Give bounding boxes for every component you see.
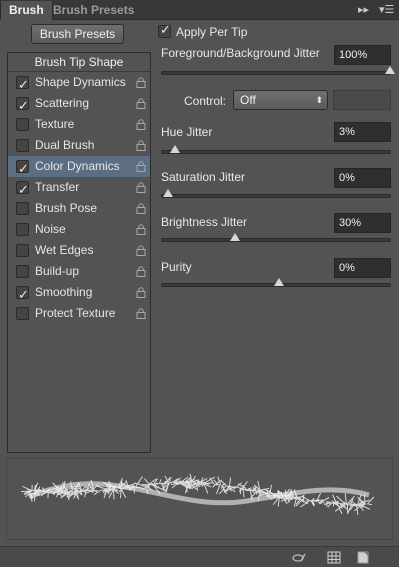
- option-checkbox[interactable]: ✓: [16, 76, 29, 92]
- option-checkbox[interactable]: [16, 139, 29, 152]
- purity-slider[interactable]: [161, 278, 391, 287]
- brightness-jitter-thumb[interactable]: [229, 233, 240, 241]
- lock-icon[interactable]: [136, 287, 146, 298]
- option-checkbox[interactable]: ✓: [16, 97, 29, 113]
- option-label: Shape Dynamics: [35, 75, 126, 89]
- brightness-jitter-label: Brightness Jitter: [161, 215, 248, 229]
- hue-jitter-thumb[interactable]: [169, 145, 180, 153]
- checkmark-icon: ✓: [18, 182, 29, 197]
- lock-icon[interactable]: [136, 182, 146, 193]
- hue-jitter-field[interactable]: 3%: [334, 122, 391, 142]
- option-label: Dual Brush: [35, 138, 95, 152]
- purity-label: Purity: [161, 260, 192, 274]
- purity-field[interactable]: 0%: [334, 258, 391, 278]
- checkmark-icon: ✓: [18, 77, 29, 92]
- lock-icon[interactable]: [136, 266, 146, 277]
- option-checkbox[interactable]: [16, 307, 29, 320]
- new-brush-icon[interactable]: [356, 551, 370, 564]
- option-label: Wet Edges: [35, 243, 94, 257]
- lock-icon[interactable]: [136, 140, 146, 151]
- lock-icon[interactable]: [136, 308, 146, 319]
- brush-options-list: Brush Tip Shape ✓ Shape Dynamics ✓ Scatteri…: [7, 52, 151, 453]
- lock-icon[interactable]: [136, 119, 146, 130]
- option-checkbox[interactable]: [16, 223, 29, 236]
- brush-stroke-image: [20, 473, 375, 515]
- hue-jitter-label: Hue Jitter: [161, 125, 213, 139]
- saturation-jitter-label: Saturation Jitter: [161, 170, 246, 184]
- option-label: Build-up: [35, 264, 80, 278]
- panel-tab-bar: Brush Brush Presets ▸▸ ▾☰: [0, 0, 399, 20]
- brush-presets-button[interactable]: Brush Presets: [31, 24, 124, 44]
- panel-bottom-bar: [0, 546, 399, 567]
- fg-bg-jitter-slider[interactable]: [161, 66, 395, 75]
- option-label: Smoothing: [35, 285, 93, 299]
- lock-icon[interactable]: [136, 77, 146, 88]
- option-label: Noise: [35, 222, 66, 236]
- apply-per-tip-label: Apply Per Tip: [176, 25, 248, 39]
- brightness-jitter-field[interactable]: 30%: [334, 213, 391, 233]
- fg-bg-jitter-field[interactable]: 100%: [334, 45, 391, 65]
- option-checkbox[interactable]: [16, 265, 29, 278]
- purity-thumb[interactable]: [274, 278, 284, 286]
- brush-stroke-preview: [6, 458, 393, 540]
- double-arrow-icon[interactable]: ▸▸: [358, 3, 369, 16]
- option-checkbox[interactable]: ✓: [16, 160, 29, 176]
- control-dropdown-value: Off: [240, 93, 256, 107]
- lock-icon[interactable]: [136, 203, 146, 214]
- brush-tip-shape-item[interactable]: Brush Tip Shape: [8, 53, 150, 72]
- option-label: Brush Pose: [35, 201, 98, 215]
- control-label: Control:: [184, 94, 227, 108]
- checkmark-icon: ✓: [160, 22, 171, 37]
- saturation-jitter-thumb[interactable]: [163, 189, 173, 197]
- checkmark-icon: ✓: [18, 287, 29, 302]
- option-item-shape-dynamics[interactable]: ✓ Shape Dynamics: [8, 72, 150, 93]
- updown-arrows-icon: ⬍: [315, 95, 323, 105]
- create-brush-grid-icon[interactable]: [327, 551, 341, 564]
- fg-bg-jitter-label: Foreground/Background Jitter: [161, 46, 320, 60]
- option-item-dual-brush[interactable]: Dual Brush: [8, 135, 150, 156]
- panel-menu-icon[interactable]: ▾☰: [379, 3, 394, 16]
- toggle-live-tip-preview-icon[interactable]: [292, 551, 306, 564]
- fg-bg-jitter-thumb[interactable]: [385, 66, 395, 74]
- control-dropdown[interactable]: Off ⬍: [233, 90, 328, 110]
- option-item-smoothing[interactable]: ✓ Smoothing: [8, 282, 150, 303]
- tab-brush-presets[interactable]: Brush Presets: [45, 1, 142, 20]
- option-label: Scattering: [35, 96, 90, 110]
- option-checkbox[interactable]: ✓: [16, 181, 29, 197]
- option-item-wet-edges[interactable]: Wet Edges: [8, 240, 150, 261]
- option-checkbox[interactable]: [16, 202, 29, 215]
- checkmark-icon: ✓: [18, 98, 29, 113]
- lock-icon[interactable]: [136, 224, 146, 235]
- option-item-build-up[interactable]: Build-up: [8, 261, 150, 282]
- control-value-field: [333, 90, 391, 110]
- lock-icon[interactable]: [136, 98, 146, 109]
- option-item-texture[interactable]: Texture: [8, 114, 150, 135]
- brightness-jitter-slider[interactable]: [161, 233, 391, 242]
- option-label: Transfer: [35, 180, 80, 194]
- option-item-transfer[interactable]: ✓ Transfer: [8, 177, 150, 198]
- option-label: Color Dynamics: [35, 159, 120, 173]
- lock-icon[interactable]: [136, 161, 146, 172]
- option-item-color-dynamics[interactable]: ✓ Color Dynamics: [8, 156, 150, 177]
- option-label: Protect Texture: [35, 306, 116, 320]
- option-item-scattering[interactable]: ✓ Scattering: [8, 93, 150, 114]
- option-checkbox[interactable]: ✓: [16, 286, 29, 302]
- lock-icon[interactable]: [136, 245, 146, 256]
- checkmark-icon: ✓: [18, 161, 29, 176]
- option-item-noise[interactable]: Noise: [8, 219, 150, 240]
- saturation-jitter-slider[interactable]: [161, 189, 391, 198]
- option-item-protect-texture[interactable]: Protect Texture: [8, 303, 150, 324]
- option-item-brush-pose[interactable]: Brush Pose: [8, 198, 150, 219]
- apply-per-tip-option[interactable]: ✓ Apply Per Tip: [158, 22, 248, 39]
- apply-per-tip-checkbox[interactable]: ✓: [158, 22, 171, 38]
- option-checkbox[interactable]: [16, 118, 29, 131]
- saturation-jitter-field[interactable]: 0%: [334, 168, 391, 188]
- option-label: Texture: [35, 117, 75, 131]
- hue-jitter-slider[interactable]: [161, 145, 391, 154]
- option-checkbox[interactable]: [16, 244, 29, 257]
